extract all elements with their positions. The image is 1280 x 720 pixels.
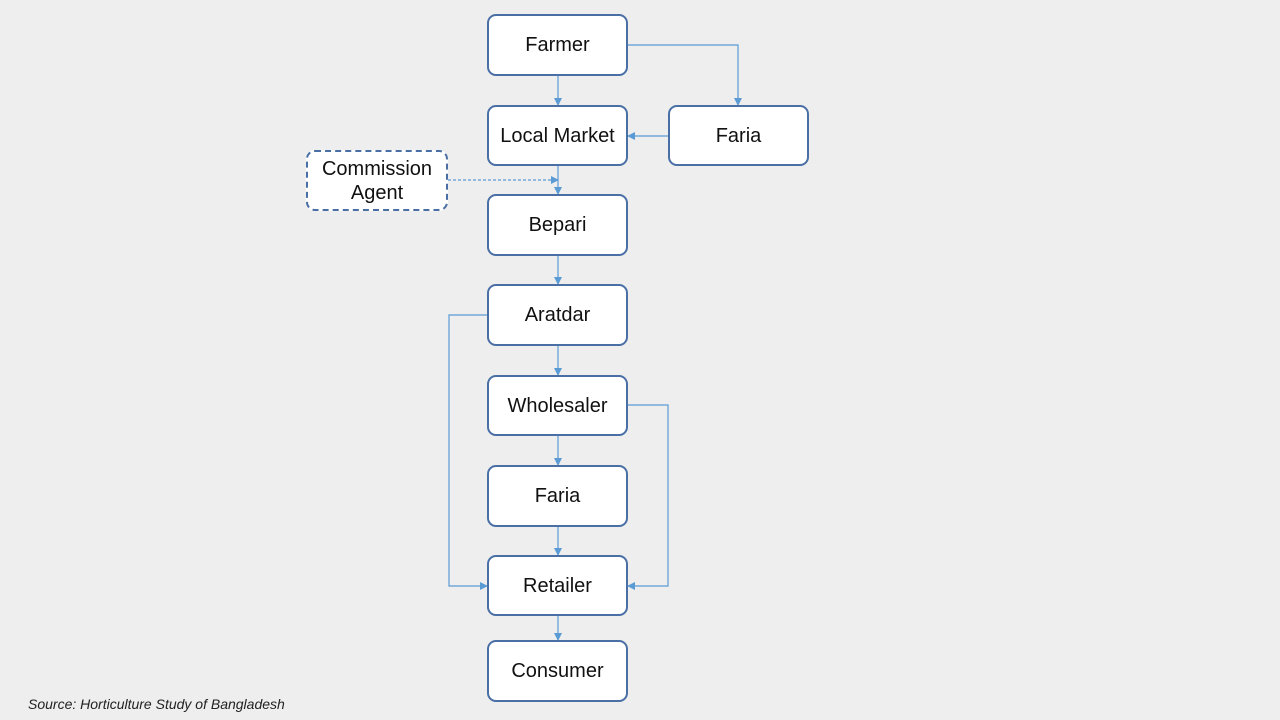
node-faria: Faria xyxy=(487,465,628,527)
node-wholesaler: Wholesaler xyxy=(487,375,628,436)
edge-wholesaler-to-retailer xyxy=(627,404,669,590)
node-retailer: Retailer xyxy=(487,555,628,616)
node-label: Aratdar xyxy=(524,304,591,326)
node-label: Farmer xyxy=(525,34,590,56)
node-label: Retailer xyxy=(523,574,592,597)
node-label: Commission Agent xyxy=(321,157,433,204)
connectors xyxy=(448,44,742,641)
node-aratdar: Aratdar xyxy=(487,284,628,346)
node-label: Local Market xyxy=(500,124,615,147)
node-farmer: Farmer xyxy=(487,14,628,76)
node-label: Consumer xyxy=(511,660,604,682)
node-consumer: Consumer xyxy=(487,640,628,702)
node-local-market: Local Market xyxy=(487,105,628,166)
edge-aratdar-to-retailer xyxy=(448,314,488,590)
node-commission-agent: Commission Agent xyxy=(306,150,448,211)
edge-farmer-to-faria-top xyxy=(628,44,742,106)
node-label: Faria xyxy=(715,124,762,147)
node-bepari: Bepari xyxy=(487,194,628,256)
node-label: Wholesaler xyxy=(507,394,608,417)
source-caption: Source: Horticulture Study of Bangladesh xyxy=(28,696,285,712)
node-label: Faria xyxy=(534,485,581,507)
node-faria-top: Faria xyxy=(668,105,809,166)
node-label: Bepari xyxy=(528,214,587,236)
